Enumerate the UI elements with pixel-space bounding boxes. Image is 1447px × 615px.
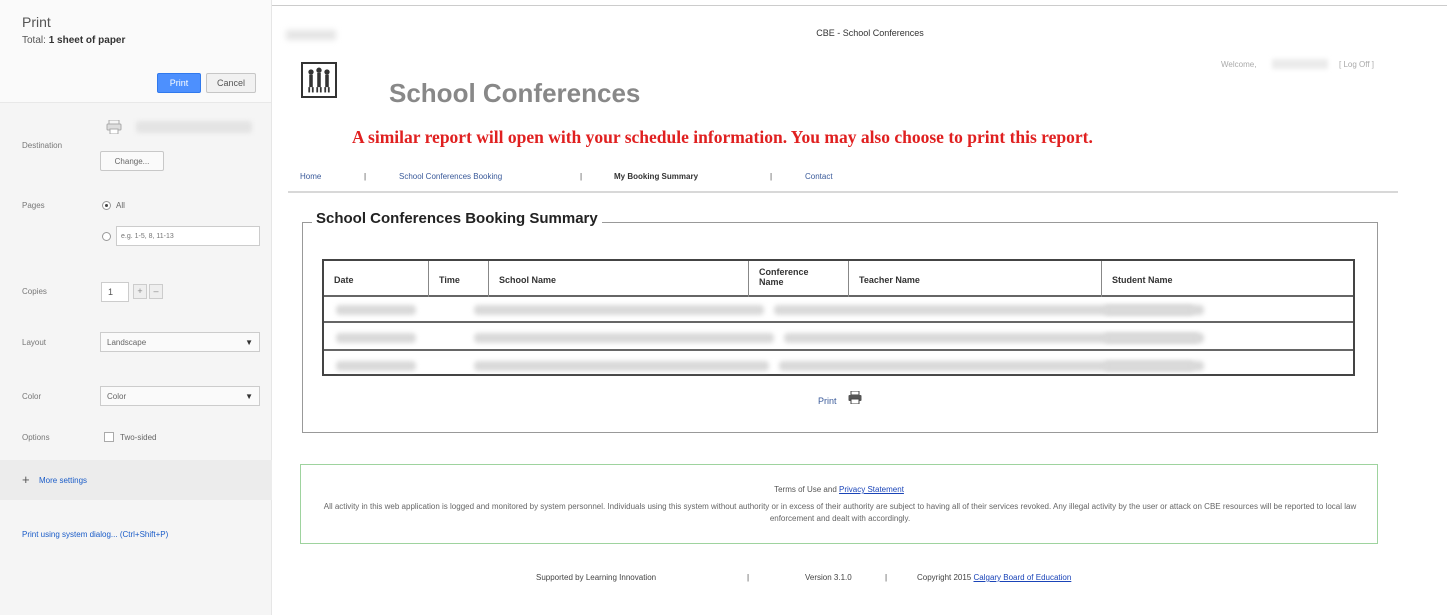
chevron-down-icon: ▼ <box>245 392 253 401</box>
print-title: Print <box>22 14 51 30</box>
print-button[interactable]: Print <box>157 73 201 93</box>
col-teacher-name: Teacher Name <box>849 261 1102 297</box>
logoff-link[interactable]: [ Log Off ] <box>1339 60 1374 69</box>
pages-custom-radio[interactable] <box>102 232 111 241</box>
pages-all-label: All <box>116 201 125 210</box>
table-row <box>324 353 1353 379</box>
print-sidebar: Print Total: 1 sheet of paper Print Canc… <box>0 0 272 615</box>
col-student-name: Student Name <box>1112 275 1173 285</box>
layout-select[interactable]: Landscape ▼ <box>100 332 260 352</box>
printer-destination-icon <box>106 120 122 134</box>
nav-separator: | <box>770 172 773 181</box>
pages-label: Pages <box>22 201 45 210</box>
layout-label: Layout <box>22 338 47 347</box>
destination-label: Destination <box>22 141 63 150</box>
table-cell <box>336 333 416 343</box>
color-value: Color <box>107 392 127 401</box>
print-actions: Print Cancel <box>157 73 256 93</box>
table-row <box>324 325 1353 351</box>
col-time: Time <box>429 261 489 297</box>
print-total-value: 1 sheet of paper <box>48 35 126 46</box>
nav-divider <box>288 191 1398 193</box>
nav-home[interactable]: Home <box>300 172 321 181</box>
table-cell <box>1104 305 1194 315</box>
table-cell <box>474 305 764 315</box>
copies-increment-button[interactable]: + <box>133 284 147 299</box>
print-total-prefix: Total: <box>22 35 49 46</box>
table-row <box>324 297 1353 323</box>
layout-value: Landscape <box>107 338 147 347</box>
printer-icon[interactable] <box>848 391 862 404</box>
footer-copyright-prefix: Copyright 2015 <box>917 573 974 582</box>
col-date: Date <box>324 261 429 297</box>
page-header-date <box>286 30 336 40</box>
two-sided-label: Two-sided <box>120 433 157 442</box>
pages-input[interactable] <box>116 226 260 246</box>
app-title: School Conferences <box>389 78 641 108</box>
col-conference-name: Conference Name <box>749 261 849 297</box>
footer-version: Version 3.1.0 <box>805 573 852 582</box>
cbe-link[interactable]: Calgary Board of Education <box>973 573 1071 582</box>
booking-summary-table: Date Time School Name Conference Name Te… <box>322 259 1355 376</box>
cancel-button[interactable]: Cancel <box>206 73 256 93</box>
welcome-username <box>1272 59 1328 69</box>
print-report-link[interactable]: Print <box>818 396 837 406</box>
footer-separator: | <box>885 573 888 582</box>
col-school-name: School Name <box>489 261 749 297</box>
two-sided-checkbox[interactable] <box>104 432 114 442</box>
terms-box: Terms of Use and Privacy Statement All a… <box>300 464 1378 544</box>
page-top-border <box>272 5 1447 6</box>
cbe-logo-icon <box>301 62 337 98</box>
table-cell <box>1104 333 1199 343</box>
footer-separator: | <box>747 573 750 582</box>
nav-contact[interactable]: Contact <box>805 172 833 181</box>
table-cell <box>336 305 416 315</box>
color-select[interactable]: Color ▼ <box>100 386 260 406</box>
footer-supported: Supported by Learning Innovation <box>536 573 657 582</box>
pages-all-radio[interactable] <box>102 201 111 210</box>
plus-icon: + <box>22 472 30 487</box>
chevron-down-icon: ▼ <box>245 338 253 347</box>
system-dialog-link[interactable]: Print using system dialog... (Ctrl+Shift… <box>22 530 168 539</box>
table-cell <box>474 361 769 371</box>
nav-separator: | <box>580 172 583 181</box>
nav-separator: | <box>364 172 367 181</box>
terms-title: Terms of Use and Privacy Statement <box>301 485 1377 494</box>
table-cell <box>474 333 774 343</box>
terms-body: All activity in this web application is … <box>323 502 1357 523</box>
options-label: Options <box>22 433 50 442</box>
footer-copyright: Copyright 2015 Calgary Board of Educatio… <box>917 573 1071 582</box>
destination-name <box>136 121 252 133</box>
nav-booking[interactable]: School Conferences Booking <box>399 172 502 181</box>
table-cell <box>1104 361 1194 371</box>
more-settings-row[interactable]: + More settings <box>0 460 272 500</box>
nav-booking-summary[interactable]: My Booking Summary <box>614 172 698 181</box>
table-header: Date Time School Name Conference Name Te… <box>324 261 1353 297</box>
change-destination-button[interactable]: Change... <box>100 151 164 171</box>
window-title: CBE - School Conferences <box>816 28 924 38</box>
print-total: Total: 1 sheet of paper <box>22 35 261 46</box>
copies-label: Copies <box>22 287 47 296</box>
copies-input[interactable]: 1 <box>101 282 129 302</box>
privacy-statement-link[interactable]: Privacy Statement <box>839 485 904 494</box>
table-cell <box>336 361 416 371</box>
print-notice: A similar report will open with your sch… <box>352 127 1093 147</box>
copies-decrement-button[interactable]: – <box>149 284 163 299</box>
section-title: School Conferences Booking Summary <box>312 210 602 227</box>
terms-prefix: Terms of Use and <box>774 485 839 494</box>
color-label: Color <box>22 392 42 401</box>
more-settings-link[interactable]: More settings <box>39 476 87 485</box>
welcome-text: Welcome, <box>1221 60 1257 69</box>
